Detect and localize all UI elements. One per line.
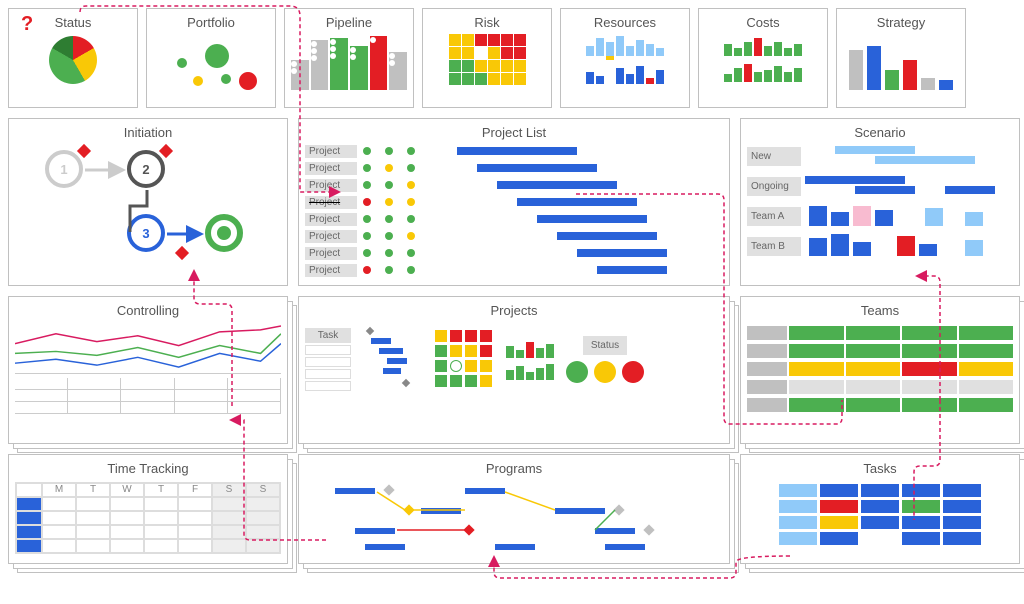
pipeline-title: Pipeline xyxy=(291,15,407,30)
project-row: Project xyxy=(305,144,723,158)
bubble-chart-icon xyxy=(153,34,269,94)
strategy-title: Strategy xyxy=(843,15,959,30)
projects-card[interactable]: Projects Task Sta xyxy=(298,296,730,444)
scenario-chart: New Ongoing Team A Team B xyxy=(747,144,1013,258)
project-row: Project xyxy=(305,212,723,226)
resources-card[interactable]: Resources xyxy=(560,8,690,108)
project-list-table: Project Project Project Project Project Proje… xyxy=(305,144,723,277)
project-row: Project xyxy=(305,246,723,260)
controlling-card[interactable]: Controlling xyxy=(8,296,288,444)
status-card[interactable]: ? Status xyxy=(8,8,138,108)
risk-card[interactable]: Risk xyxy=(422,8,552,108)
controlling-chart xyxy=(15,324,281,414)
pipeline-card[interactable]: Pipeline xyxy=(284,8,414,108)
project-row: Project xyxy=(305,229,723,243)
time-tracking-card[interactable]: Time Tracking MTWTFSS xyxy=(8,454,288,564)
programs-gantt xyxy=(305,480,723,556)
strategy-chart-icon xyxy=(843,34,959,90)
scenario-card[interactable]: Scenario New Ongoing Team A Team B xyxy=(740,118,1020,286)
portfolio-card[interactable]: Portfolio xyxy=(146,8,276,108)
projects-dashboard: Task Status xyxy=(305,324,723,394)
teams-title: Teams xyxy=(747,303,1013,318)
programs-card[interactable]: Programs xyxy=(298,454,730,564)
project-row: Project xyxy=(305,161,723,175)
controlling-title: Controlling xyxy=(15,303,281,318)
pipeline-chart-icon xyxy=(291,34,407,90)
resources-chart-icon xyxy=(567,34,683,84)
risk-title: Risk xyxy=(429,15,545,30)
project-row: Project xyxy=(305,195,723,209)
project-list-card[interactable]: Project List ProjectProjectProjectProjec… xyxy=(298,118,730,286)
pie-chart-icon xyxy=(49,36,97,84)
teams-card[interactable]: Teams xyxy=(740,296,1020,444)
time-tracking-table: MTWTFSS xyxy=(15,482,281,554)
project-row: Project xyxy=(305,178,723,192)
costs-card[interactable]: Costs xyxy=(698,8,828,108)
portfolio-title: Portfolio xyxy=(153,15,269,30)
strategy-card[interactable]: Strategy xyxy=(836,8,966,108)
initiation-title: Initiation xyxy=(15,125,281,140)
project-row: Project xyxy=(305,263,723,277)
tasks-title: Tasks xyxy=(747,461,1013,476)
programs-title: Programs xyxy=(305,461,723,476)
costs-chart-icon xyxy=(705,34,821,82)
teams-grid xyxy=(747,326,1013,412)
workflow-diagram-icon: 1 2 3 xyxy=(15,144,281,264)
projects-title: Projects xyxy=(305,303,723,318)
risk-matrix-icon xyxy=(429,34,545,85)
resources-title: Resources xyxy=(567,15,683,30)
initiation-card[interactable]: Initiation 1 2 3 xyxy=(8,118,288,286)
time-tracking-title: Time Tracking xyxy=(15,461,281,476)
kanban-board xyxy=(747,484,1013,545)
tasks-card[interactable]: Tasks xyxy=(740,454,1020,564)
costs-title: Costs xyxy=(705,15,821,30)
scenario-title: Scenario xyxy=(747,125,1013,140)
question-icon: ? xyxy=(21,13,33,36)
project-list-title: Project List xyxy=(305,125,723,140)
top-nav-cards: ? Status Portfolio Pipeline Risk xyxy=(8,8,1020,108)
